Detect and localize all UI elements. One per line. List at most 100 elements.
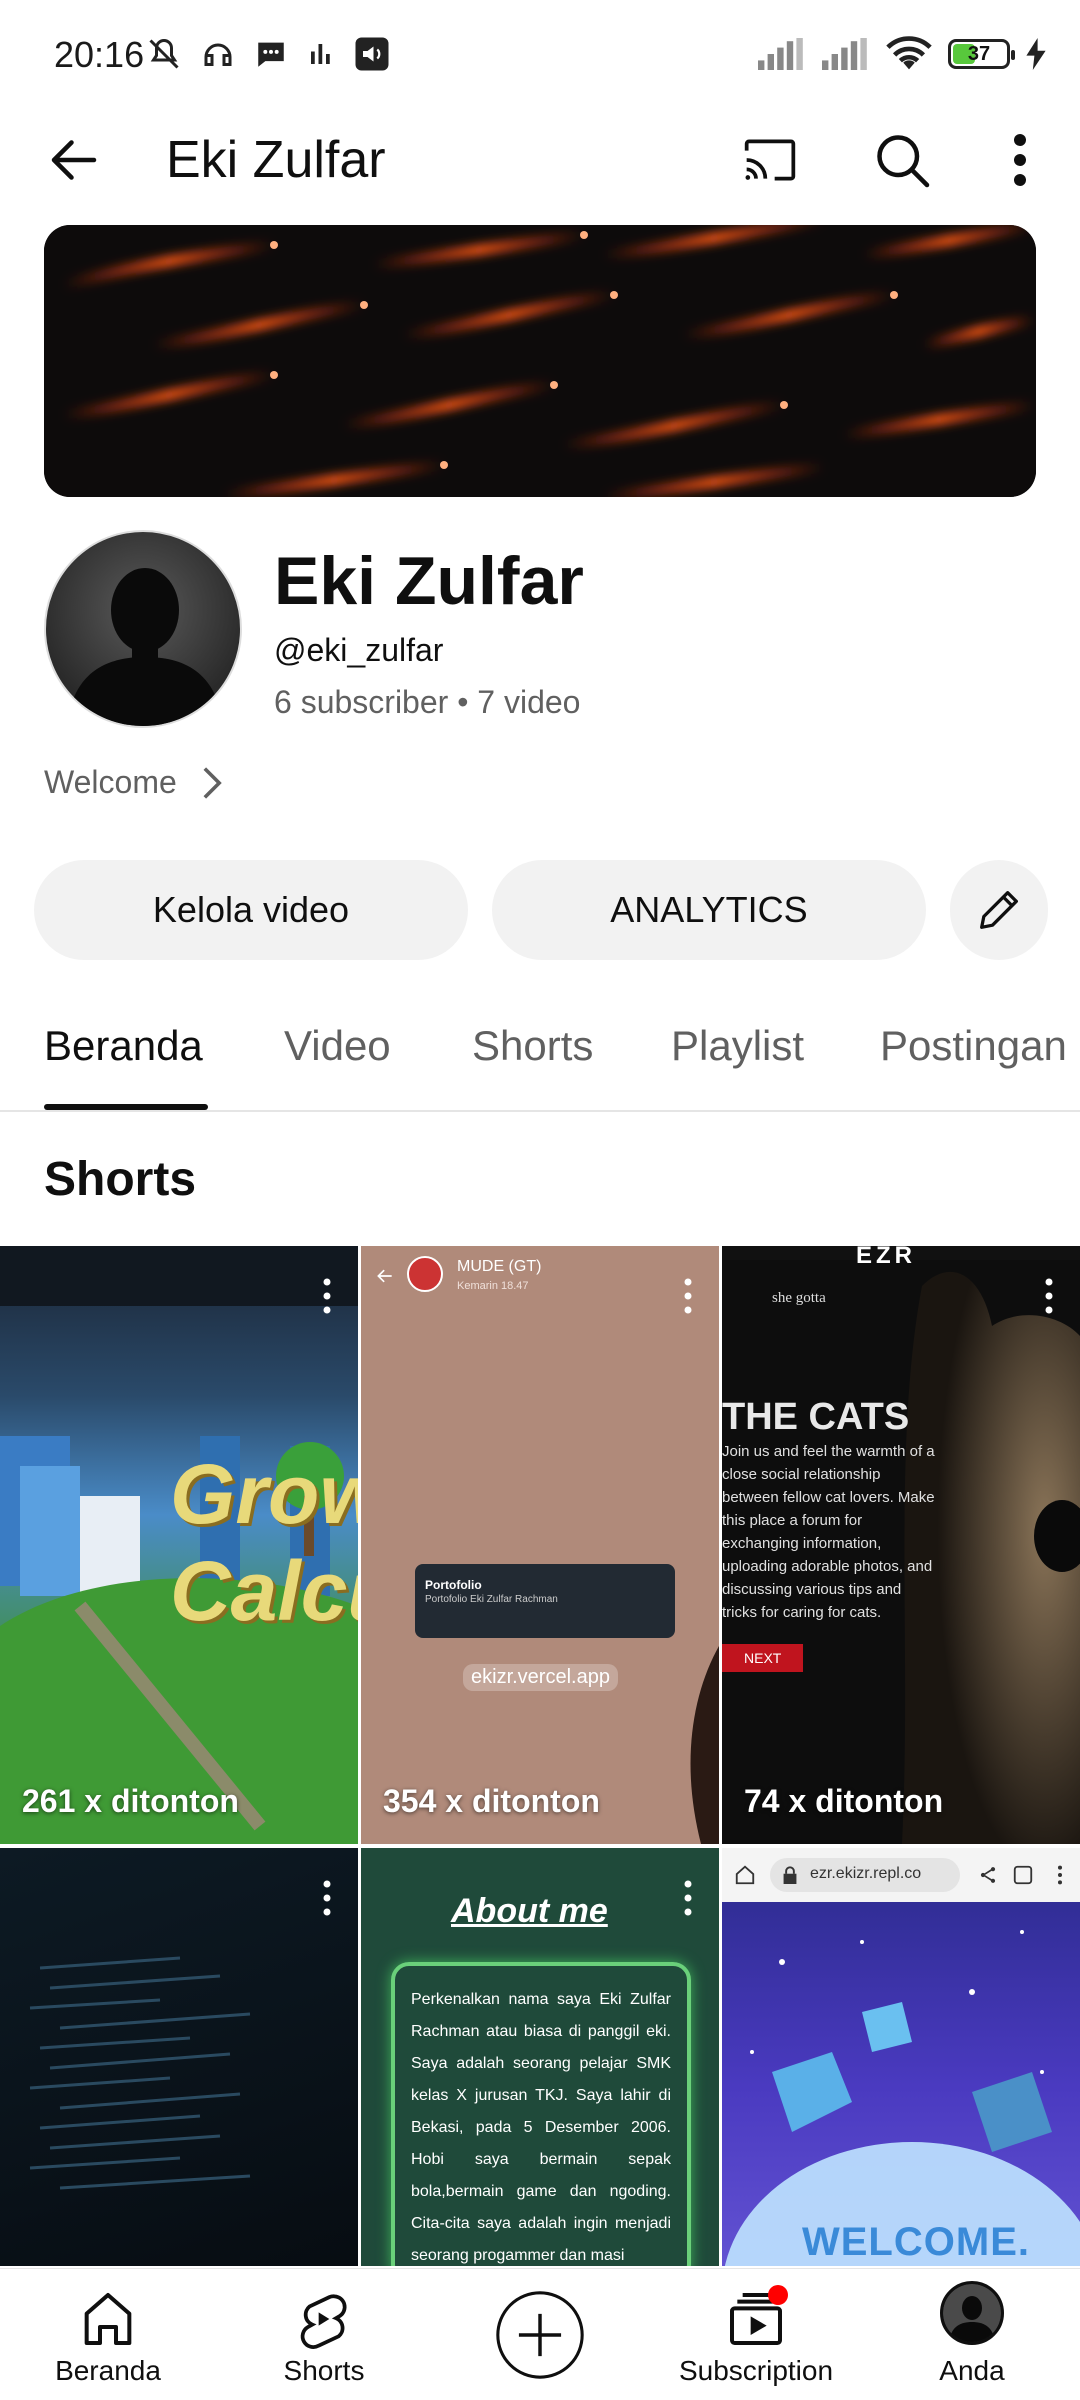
app-bar-title: Eki Zulfar xyxy=(166,131,386,189)
tabs-count-icon xyxy=(1013,1865,1033,1885)
cast-icon[interactable] xyxy=(740,132,800,188)
channel-banner xyxy=(44,225,1036,497)
notification-dot xyxy=(768,2285,788,2305)
short-overlay-card: Portofolio Portofolio Eki Zulfar Rachman xyxy=(415,1564,675,1638)
status-bar: 20:16 37 xyxy=(0,0,1080,110)
short-view-count: 261 x ditonton xyxy=(22,1783,239,1819)
short-overlay-body: Join us and feel the warmth of a close s… xyxy=(722,1443,935,1621)
status-right-icons: 37 xyxy=(758,36,1046,72)
battery-level: 37 xyxy=(967,42,991,65)
short-overlay-url: ekizr.vercel.app xyxy=(463,1664,618,1691)
short-overlay-logo: Growtopia Calculator xyxy=(170,1447,358,1638)
short-overlay-body: Perkenalkan nama saya Eki Zulfar Rachman… xyxy=(391,1962,691,2266)
channel-description-link[interactable]: Welcome xyxy=(44,764,225,801)
tab-shorts[interactable]: Shorts xyxy=(472,1022,593,1070)
short-card[interactable]: ezr.ekizr.repl.co WELCOME. xyxy=(722,1848,1080,2266)
channel-name: Eki Zulfar xyxy=(274,543,584,619)
share-icon xyxy=(980,1867,996,1883)
active-tab-indicator xyxy=(44,1104,208,1110)
person-silhouette-icon xyxy=(943,2284,1001,2342)
nav-you[interactable]: Anda xyxy=(872,2269,1072,2400)
stats-separator: • xyxy=(457,684,469,720)
search-icon[interactable] xyxy=(872,130,932,190)
short-overlay-heading: THE CATS xyxy=(722,1396,910,1438)
short-view-count: 354 x ditonton xyxy=(383,1783,600,1819)
tab-beranda[interactable]: Beranda xyxy=(44,1022,203,1070)
short-more-icon[interactable] xyxy=(322,1276,332,1316)
wifi-icon xyxy=(886,36,932,70)
short-thumbnail xyxy=(690,1646,719,1844)
short-view-count: 74 x ditonton xyxy=(744,1783,944,1819)
subscriber-count: 6 subscriber xyxy=(274,684,449,720)
short-overlay-small: she gotta xyxy=(772,1290,826,1306)
app-bar: Eki Zulfar xyxy=(0,110,1080,210)
nav-subscriptions-label: Subscription xyxy=(678,2355,834,2386)
message-icon xyxy=(258,42,284,67)
short-overlay-heading: About me xyxy=(451,1892,608,1930)
nav-create[interactable] xyxy=(440,2269,640,2400)
volume-icon xyxy=(355,37,389,71)
tab-postingan[interactable]: Postingan xyxy=(880,1022,1067,1070)
short-overlay-heading: WELCOME. xyxy=(802,2220,1030,2264)
analytics-button[interactable]: ANALYTICS xyxy=(492,860,926,960)
status-left-icons xyxy=(146,36,390,72)
charging-icon xyxy=(1026,38,1046,70)
channel-avatar[interactable] xyxy=(44,530,242,728)
short-card[interactable]: Growtopia Calculator 261 x ditonton xyxy=(0,1246,358,1844)
tab-playlist[interactable]: Playlist xyxy=(671,1022,804,1070)
nav-you-label: Anda xyxy=(939,2355,1005,2386)
short-overlay-browserbar: ezr.ekizr.repl.co xyxy=(722,1848,1080,1902)
more-vert-icon[interactable] xyxy=(1000,130,1040,190)
short-more-icon[interactable] xyxy=(683,1878,693,1918)
channel-stats: 6 subscriber • 7 video xyxy=(274,684,580,721)
nav-home-label: Beranda xyxy=(55,2355,161,2386)
channel-handle: @eki_zulfar xyxy=(274,632,444,668)
person-silhouette-icon xyxy=(66,568,224,726)
create-icon xyxy=(496,2291,584,2379)
short-overlay-url: ezr.ekizr.repl.co xyxy=(770,1858,960,1892)
shorts-icon xyxy=(300,2294,347,2349)
short-thumbnail xyxy=(724,1930,1080,2266)
short-overlay-card-sub: Portofolio Eki Zulfar Rachman xyxy=(425,1594,558,1605)
short-overlay-avatar xyxy=(407,1256,443,1292)
short-more-icon[interactable] xyxy=(1044,1276,1054,1316)
short-card[interactable]: About me Perkenalkan nama saya Eki Zulfa… xyxy=(361,1848,719,2266)
home-icon xyxy=(84,2293,132,2345)
shorts-section-title: Shorts xyxy=(44,1153,197,1206)
nav-subscriptions[interactable]: Subscription xyxy=(656,2269,856,2400)
short-overlay-brand: EZR xyxy=(856,1246,916,1269)
short-overlay-button: NEXT xyxy=(722,1644,804,1672)
back-arrow-icon[interactable] xyxy=(44,130,104,190)
short-card[interactable]: MUDE (GT) Kemarin 18.47 Portofolio Porto… xyxy=(361,1246,719,1844)
signal-icon-2 xyxy=(822,38,867,70)
short-thumbnail xyxy=(29,1956,251,2190)
channel-description: Welcome xyxy=(44,764,177,800)
short-card[interactable]: EZR she gotta THE CATS Join us and feel … xyxy=(722,1246,1080,1844)
chevron-right-icon xyxy=(203,766,222,799)
short-overlay-card-title: Portofolio xyxy=(425,1578,482,1592)
status-time: 20:16 xyxy=(54,34,145,75)
pencil-icon xyxy=(980,891,1018,929)
nav-shorts[interactable]: Shorts xyxy=(224,2269,424,2400)
short-card[interactable] xyxy=(0,1848,358,2266)
short-overlay-time: Kemarin 18.47 xyxy=(457,1280,529,1292)
lock-icon xyxy=(783,1866,797,1884)
data-icon xyxy=(311,44,330,64)
video-count: 7 video xyxy=(477,684,581,720)
tab-video[interactable]: Video xyxy=(284,1022,391,1070)
more-vert-icon xyxy=(1057,1865,1063,1885)
edit-channel-button[interactable] xyxy=(950,860,1048,960)
mute-bell-icon xyxy=(149,38,179,69)
manage-videos-button[interactable]: Kelola video xyxy=(34,860,468,960)
back-arrow-icon xyxy=(377,1269,392,1283)
channel-tabs: Beranda Video Shorts Playlist Postingan xyxy=(0,1000,1080,1112)
home-icon xyxy=(735,1865,755,1885)
signal-icon xyxy=(758,38,803,70)
short-more-icon[interactable] xyxy=(683,1276,693,1316)
headphones-icon xyxy=(204,43,232,66)
short-overlay-user: MUDE (GT) xyxy=(457,1258,542,1275)
avatar xyxy=(940,2281,1004,2345)
banner-art xyxy=(44,225,1036,497)
short-more-icon[interactable] xyxy=(322,1878,332,1918)
nav-home[interactable]: Beranda xyxy=(8,2269,208,2400)
